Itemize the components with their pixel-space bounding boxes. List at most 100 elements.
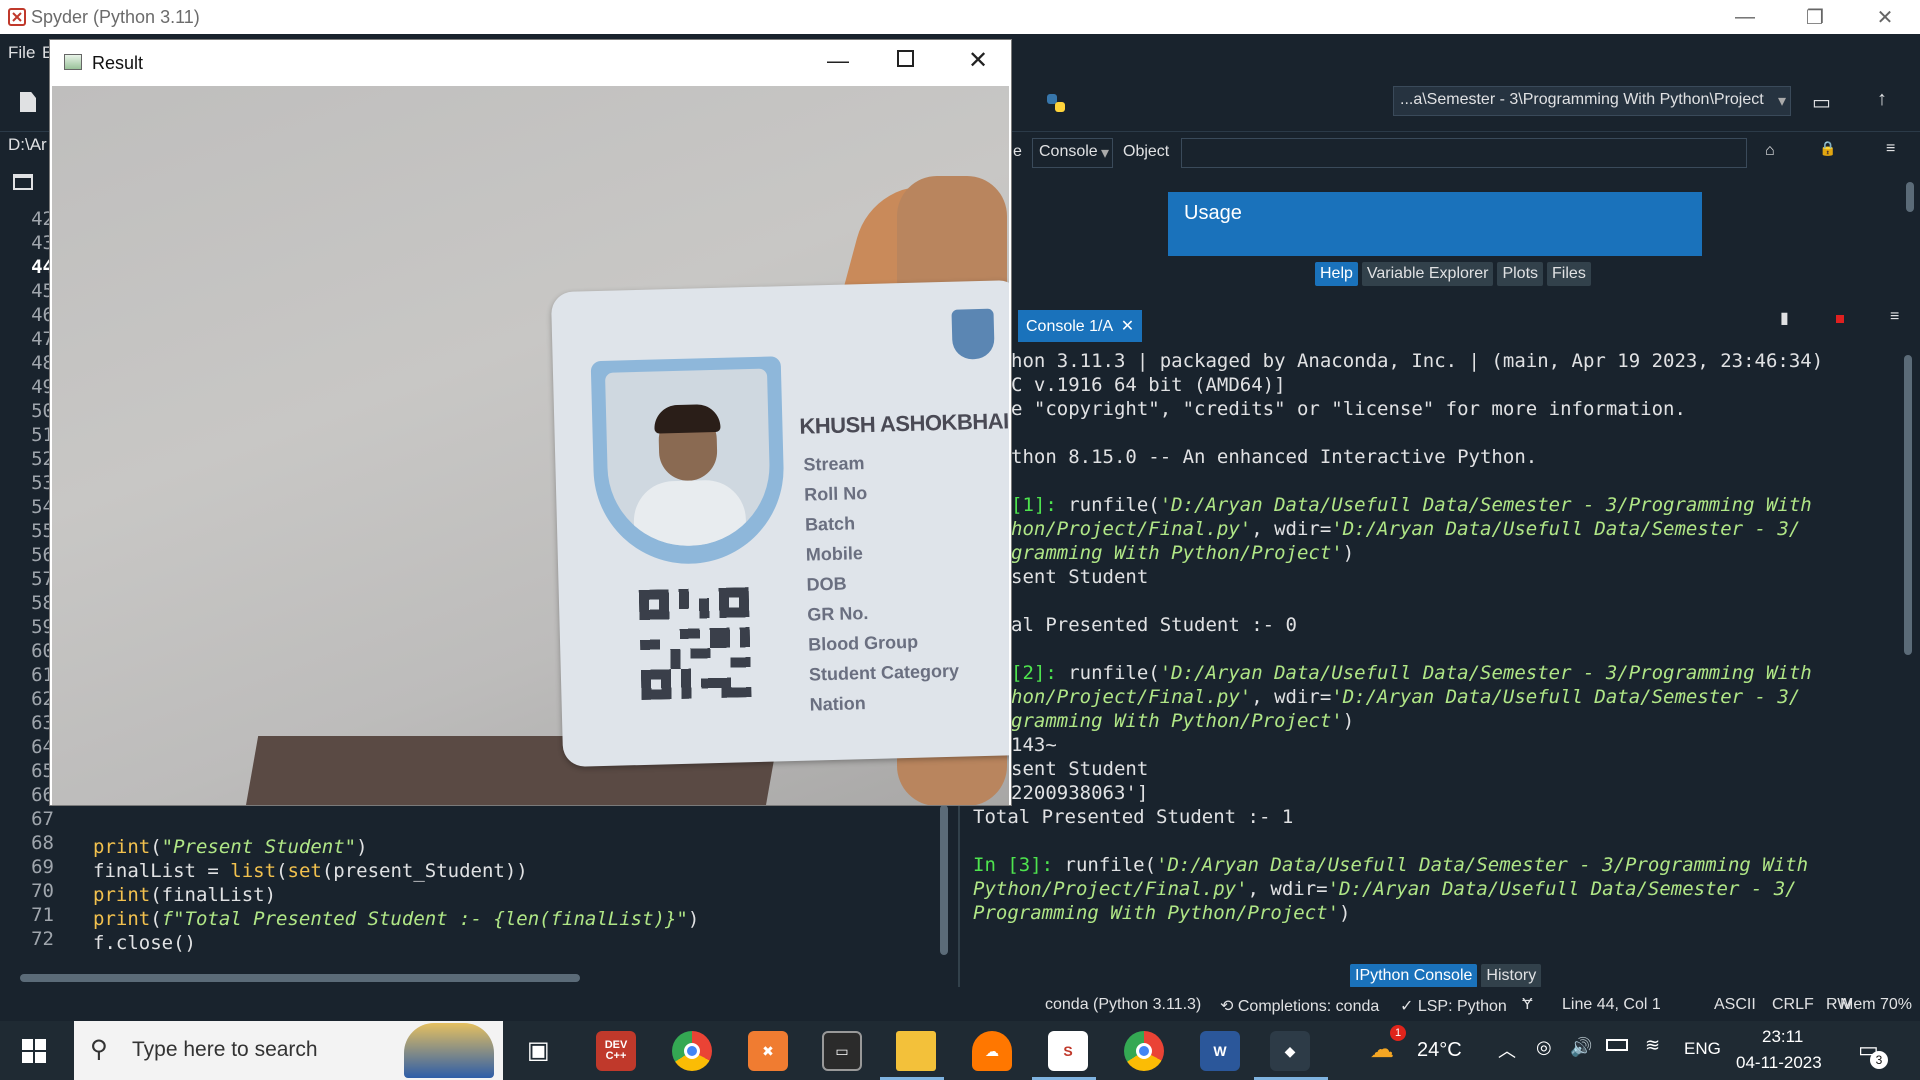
status-completions-text: Completions: conda xyxy=(1237,998,1380,1015)
card-field-roll-no: Roll No xyxy=(803,483,868,505)
notification-count: 3 xyxy=(1870,1051,1888,1069)
qr-code-image xyxy=(638,587,752,700)
terminal-taskbar-icon[interactable]: ▭ xyxy=(822,1031,862,1071)
console-scrollbar[interactable] xyxy=(1904,355,1912,655)
card-field-dob: DOB xyxy=(806,573,847,595)
console-token: 'D:/Aryan Data/Usefull Data/Semester - 3… xyxy=(1331,686,1801,708)
console-token: , wdir= xyxy=(1251,686,1332,708)
console-token: Programming With Python/Project' xyxy=(973,902,1340,924)
console-token: 'D:/Aryan Data/Usefull Data/Semester - 3… xyxy=(1159,662,1812,684)
console-token: 'D:/Aryan Data/Usefull Data/Semester - 3… xyxy=(1159,494,1812,516)
result-maximize-icon[interactable] xyxy=(897,50,914,67)
devcpp-taskbar-icon[interactable]: DEV C++ xyxy=(596,1031,636,1071)
card-field-stream: Stream xyxy=(803,453,865,475)
word-taskbar-icon[interactable]: W xyxy=(1200,1031,1240,1071)
hair-shape xyxy=(653,403,721,434)
windows-taskbar: ⚲ Type here to search ▣ DEV C++ ✖ ▭ ☁ S … xyxy=(0,1021,1920,1080)
console-line: hon/Project/Final.py', wdir='D:/Aryan Da… xyxy=(1011,518,1800,540)
console-token: , wdir= xyxy=(1247,878,1328,900)
meet-now-icon[interactable]: ◎ xyxy=(1536,1037,1552,1058)
input-language[interactable]: ENG xyxy=(1684,1039,1721,1059)
console-token: runfile( xyxy=(1056,494,1160,516)
task-view-icon[interactable]: ▣ xyxy=(527,1036,550,1065)
result-title-bar[interactable]: Result — ✕ xyxy=(50,40,1011,86)
search-placeholder: Type here to search xyxy=(132,1038,318,1061)
status-lsp: ✓ LSP: Python xyxy=(1400,996,1507,1016)
clock-date[interactable]: 04-11-2023 xyxy=(1736,1053,1822,1073)
console-token: gramming With Python/Project' xyxy=(1011,710,1343,732)
console-line: gramming With Python/Project') xyxy=(1011,710,1354,732)
console-token: 'D:/Aryan Data/Usefull Data/Semester - 3… xyxy=(1156,854,1809,876)
show-hidden-icons-icon[interactable]: ︿ xyxy=(1498,1037,1516,1063)
console-token: runfile( xyxy=(1056,662,1160,684)
college-logo xyxy=(951,308,995,360)
python-idle-taskbar-icon[interactable]: ◆ xyxy=(1270,1031,1310,1071)
prompt: In [3]: xyxy=(973,854,1054,876)
console-line: gramming With Python/Project') xyxy=(1011,542,1354,564)
console-bottom-tabs: IPython Console History xyxy=(1350,964,1542,988)
search-highlight-image xyxy=(404,1023,494,1078)
result-close-icon[interactable]: ✕ xyxy=(968,46,988,75)
prompt: [1]: xyxy=(1011,494,1057,516)
result-window[interactable]: Result — ✕ KHUSH ASHOKBHAI Stream Roll N… xyxy=(50,40,1011,805)
console-token: hon/Project/Final.py' xyxy=(1011,518,1252,540)
console-token: Python/Project/Final.py' xyxy=(973,878,1248,900)
result-minimize-icon[interactable]: — xyxy=(827,48,849,74)
status-bar: conda (Python 3.11.3) ⟲ Completions: con… xyxy=(0,987,1920,1021)
card-field-gr-no: GR No. xyxy=(807,603,869,625)
console-token: gramming With Python/Project' xyxy=(1011,542,1343,564)
console-line: Python/Project/Final.py', wdir='D:/Aryan… xyxy=(973,878,1797,900)
status-eol: CRLF xyxy=(1772,996,1814,1013)
weather-temp[interactable]: 24°C xyxy=(1417,1039,1462,1062)
clock-time[interactable]: 23:11 xyxy=(1762,1027,1803,1047)
xampp-taskbar-icon[interactable]: ✖ xyxy=(748,1031,788,1071)
console-line: e "copyright", "credits" or "license" fo… xyxy=(1011,398,1686,420)
card-field-nation: Nation xyxy=(809,693,866,715)
soundcloud-taskbar-icon[interactable]: ☁ xyxy=(972,1031,1012,1071)
console-line: [1]: runfile('D:/Aryan Data/Usefull Data… xyxy=(1011,494,1812,516)
chrome-center xyxy=(684,1043,700,1059)
console-line: thon 8.15.0 -- An enhanced Interactive P… xyxy=(1011,446,1538,468)
spyder-taskbar-icon[interactable]: S xyxy=(1048,1031,1088,1071)
photo-frame xyxy=(590,356,786,567)
console-line: C v.1916 64 bit (AMD64)] xyxy=(1011,374,1286,396)
file-explorer-taskbar-icon[interactable] xyxy=(896,1031,936,1071)
card-field-category: Student Category xyxy=(808,660,960,685)
taskbar-search-box[interactable]: ⚲ Type here to search xyxy=(74,1021,503,1080)
console-line: Programming With Python/Project') xyxy=(973,902,1351,924)
chrome-taskbar-icon[interactable] xyxy=(672,1031,712,1071)
student-photo xyxy=(604,368,772,548)
console-token: runfile( xyxy=(1053,854,1157,876)
console-token: hon/Project/Final.py' xyxy=(1011,686,1252,708)
console-line: 2200938063'] xyxy=(1011,782,1149,804)
console-line: Total Presented Student :- 1 xyxy=(973,806,1294,828)
status-conda[interactable]: conda (Python 3.11.3) xyxy=(1045,996,1201,1014)
git-branch-icon: Ɏ xyxy=(1522,996,1533,1013)
tab-ipython-console[interactable]: IPython Console xyxy=(1350,964,1478,988)
shirt-shape xyxy=(632,479,747,548)
status-completions: ⟲ Completions: conda xyxy=(1220,996,1379,1016)
console-line: hon 3.11.3 | packaged by Anaconda, Inc. … xyxy=(1011,350,1824,372)
status-lsp-text: LSP: Python xyxy=(1417,998,1507,1015)
battery-icon[interactable] xyxy=(1606,1039,1628,1051)
console-line: al Presented Student :- 0 xyxy=(1011,614,1297,636)
chrome-profile-taskbar-icon[interactable] xyxy=(1124,1031,1164,1071)
tab-history[interactable]: History xyxy=(1481,964,1542,988)
search-icon: ⚲ xyxy=(90,1036,108,1063)
chrome-center xyxy=(1136,1043,1152,1059)
console-line: [2]: runfile('D:/Aryan Data/Usefull Data… xyxy=(1011,662,1812,684)
console-line: sent Student xyxy=(1011,566,1149,588)
card-student-name: KHUSH ASHOKBHAI xyxy=(799,408,1009,439)
weather-icon[interactable]: ☁ xyxy=(1370,1035,1394,1064)
console-token: ) xyxy=(1342,710,1355,732)
windows-start-icon[interactable] xyxy=(22,1039,46,1063)
wifi-icon[interactable]: ≋ xyxy=(1645,1035,1660,1056)
console-line: 143~ xyxy=(1011,734,1057,756)
prompt: [2]: xyxy=(1011,662,1057,684)
volume-icon[interactable]: 🔊 xyxy=(1570,1037,1592,1058)
console-line: hon/Project/Final.py', wdir='D:/Aryan Da… xyxy=(1011,686,1800,708)
camera-frame-image: KHUSH ASHOKBHAI Stream Roll No Batch Mob… xyxy=(52,86,1009,805)
status-position: Line 44, Col 1 xyxy=(1562,996,1661,1013)
check-icon: ✓ xyxy=(1400,998,1418,1015)
console-token: ) xyxy=(1342,542,1355,564)
